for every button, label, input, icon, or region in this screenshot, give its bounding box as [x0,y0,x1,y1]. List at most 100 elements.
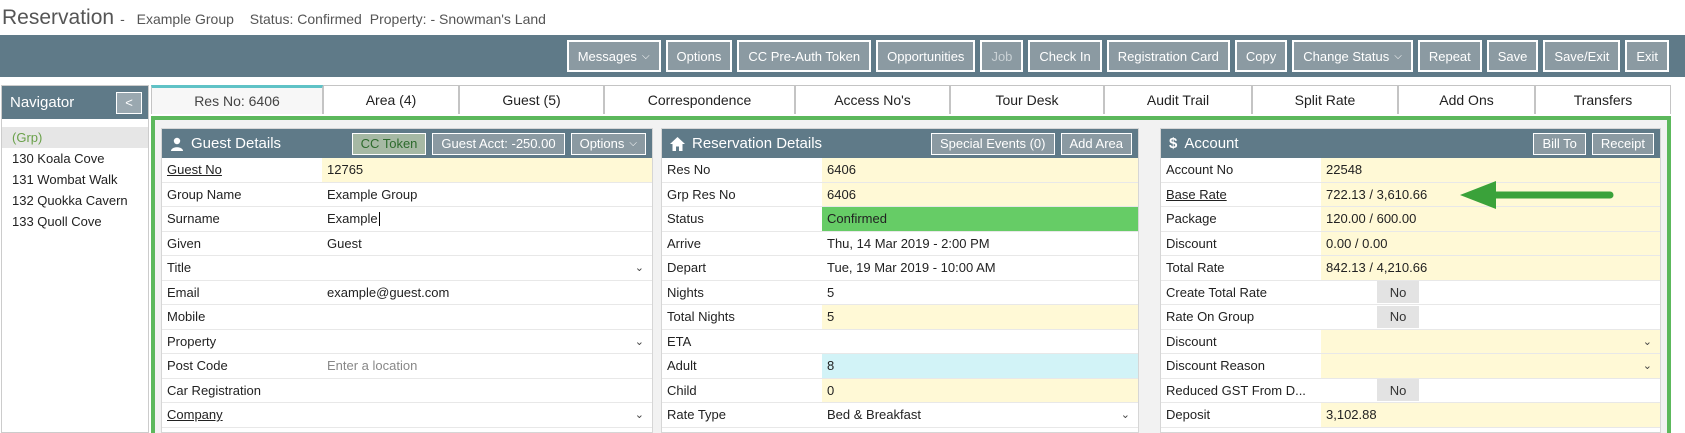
discount-reason-select[interactable]: ⌄ [1321,354,1660,378]
table-row: Package 120.00 / 600.00 [1161,207,1660,232]
post-code-input[interactable]: Enter a location [322,354,652,378]
table-row: Arrive Thu, 14 Mar 2019 - 2:00 PM [662,232,1138,256]
mobile-input[interactable] [322,305,652,329]
navigator-title: Navigator [10,94,75,111]
child-input[interactable]: 0 [822,378,1138,402]
guest-details-title: Guest Details [191,135,282,152]
tab-correspondence[interactable]: Correspondence [604,85,795,114]
registration-card-button[interactable]: Registration Card [1106,40,1230,72]
guest-account-button[interactable]: Guest Acct: -250.00 [432,132,565,155]
tab-tour-desk[interactable]: Tour Desk [950,85,1104,114]
table-row: Create Total Rate No [1161,281,1660,305]
save-button[interactable]: Save [1486,40,1539,72]
navigator-header: Navigator < [2,86,148,119]
check-in-button[interactable]: Check In [1028,40,1102,72]
surname-value: Example [327,211,378,227]
rate-on-group-toggle[interactable]: No [1321,305,1660,329]
add-area-button[interactable]: Add Area [1060,132,1132,155]
discount-value: 0.00 / 0.00 [1321,231,1660,255]
eta-input[interactable] [822,330,1138,354]
navigator-item[interactable]: 132 Quokka Cavern [2,190,148,211]
tab-split-rate[interactable]: Split Rate [1252,85,1398,114]
tab-audit-trail[interactable]: Audit Trail [1104,85,1252,114]
repeat-button[interactable]: Repeat [1417,40,1482,72]
nights-input[interactable]: 5 [822,281,1138,305]
arrive-input[interactable]: Thu, 14 Mar 2019 - 2:00 PM [822,232,1138,256]
company-select[interactable]: ⌄ [322,403,652,427]
cc-preauth-token-button[interactable]: CC Pre-Auth Token [737,40,872,72]
table-row: Deposit 3,102.88 [1161,403,1660,428]
guest-no-link[interactable]: Guest No [162,158,322,182]
navigator-item[interactable]: 131 Wombat Walk [2,169,148,190]
options-button[interactable]: Options [665,40,733,72]
res-no-value: 6406 [822,158,1138,182]
table-row: Email example@guest.com [162,281,652,305]
reservation-details-panel: Reservation Details Special Events (0) A… [661,128,1139,433]
change-status-button[interactable]: Change Status ⌵ [1292,40,1413,72]
account-no-value: 22548 [1321,158,1660,182]
field-label: Package [1166,211,1217,227]
chevron-down-icon: ⌄ [1642,335,1652,348]
save-exit-button[interactable]: Save/Exit [1543,40,1621,72]
table-row: Property ⌄ [162,330,652,354]
status-value: Confirmed [822,207,1138,231]
messages-button[interactable]: Messages ⌵ [566,40,661,72]
chevron-down-icon: ⌄ [634,409,644,421]
job-button[interactable]: Job [980,40,1024,72]
tab-guest[interactable]: Guest (5) [459,85,604,114]
field-label: Account No [1166,162,1234,178]
group-name-input[interactable]: Example Group [322,183,652,207]
field-label: Reduced GST From D... [1166,382,1306,398]
given-name-input[interactable]: Guest [322,232,652,256]
copy-button[interactable]: Copy [1234,40,1288,72]
tab-access-nos[interactable]: Access No's [795,85,950,114]
tab-bar: Res No: 6406 Area (4) Guest (5) Correspo… [151,85,1671,114]
collapse-navigator-button[interactable]: < [116,91,142,114]
depart-input[interactable]: Tue, 19 Mar 2019 - 10:00 AM [822,256,1138,280]
opportunities-button[interactable]: Opportunities [876,40,976,72]
table-row: Res No 6406 [662,158,1138,183]
toggle-no: No [1377,305,1419,328]
table-row: Nights 5 [662,281,1138,305]
receipt-button[interactable]: Receipt [1591,132,1654,155]
table-row: Adult 8 [662,354,1138,379]
bill-to-button[interactable]: Bill To [1533,132,1586,155]
car-registration-input[interactable] [322,379,652,403]
tab-transfers[interactable]: Transfers [1535,85,1671,114]
table-row: Account No 22548 [1161,158,1660,183]
field-label: Total Nights [667,309,735,325]
create-total-rate-toggle[interactable]: No [1321,281,1660,305]
special-events-button[interactable]: Special Events (0) [931,132,1055,155]
base-rate-link[interactable]: Base Rate [1161,183,1321,207]
cc-token-button[interactable]: CC Token [351,132,427,155]
tab-area[interactable]: Area (4) [323,85,459,114]
navigator-item-group[interactable]: (Grp) [2,127,148,148]
table-row: Depart Tue, 19 Mar 2019 - 10:00 AM [662,256,1138,281]
email-input[interactable]: example@guest.com [322,281,652,305]
field-label: Status [667,211,704,227]
surname-input[interactable]: Example [322,207,652,231]
user-icon [171,137,183,151]
title-select[interactable]: ⌄ [322,256,652,280]
company-link[interactable]: Company [162,403,322,427]
property-select[interactable]: ⌄ [322,330,652,354]
table-row: Total Nights 5 [662,305,1138,330]
text-cursor [378,211,380,226]
tab-add-ons[interactable]: Add Ons [1398,85,1535,114]
guest-no-value: 12765 [322,158,652,182]
page-title: Reservation [2,6,115,29]
guest-options-button[interactable]: Options ⌵ [570,132,646,155]
reduced-gst-toggle[interactable]: No [1321,379,1660,403]
tab-res-no[interactable]: Res No: 6406 [151,85,323,114]
table-row: Given Guest [162,232,652,256]
navigator-item[interactable]: 133 Quoll Cove [2,211,148,232]
adult-input[interactable]: 8 [822,354,1138,378]
table-row: Rate On Group No [1161,305,1660,330]
rate-type-select[interactable]: Bed & Breakfast ⌄ [822,403,1138,427]
exit-button[interactable]: Exit [1625,40,1669,72]
field-label: Title [167,260,192,276]
discount-select[interactable]: ⌄ [1321,329,1660,353]
navigator-item[interactable]: 130 Koala Cove [2,148,148,169]
toggle-no: No [1377,281,1419,304]
field-label: Res No [667,162,711,178]
